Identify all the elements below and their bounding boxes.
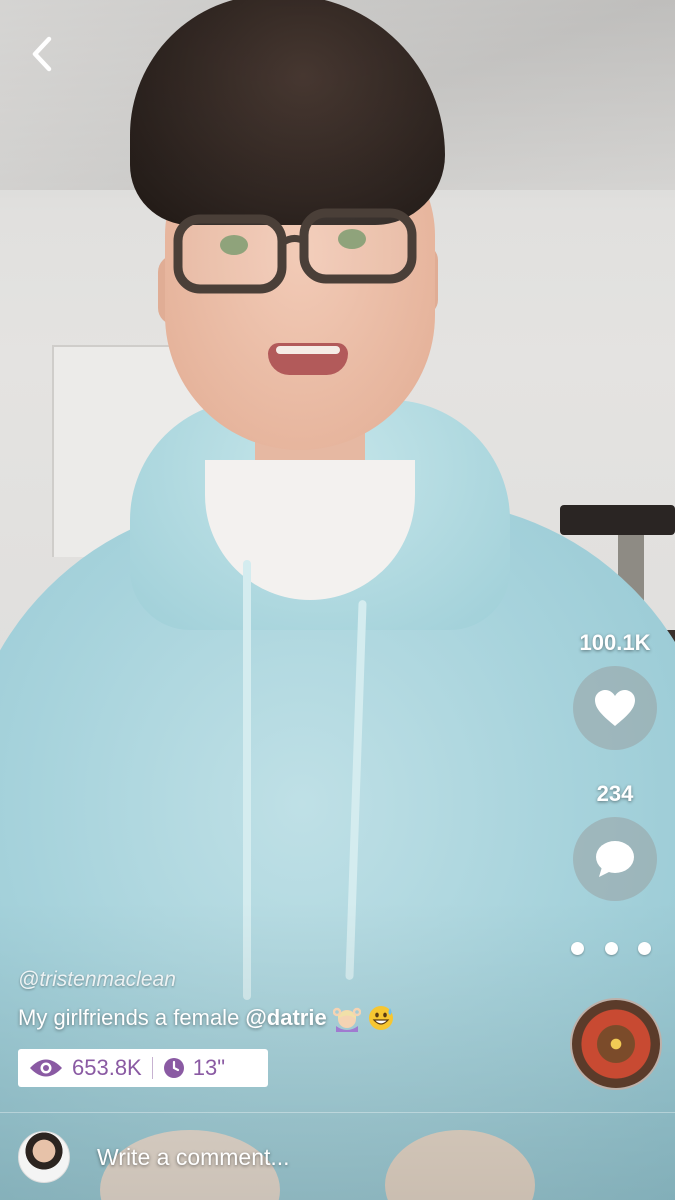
video-screen[interactable]: 100.1K 234 @tristenmaclean My girlfriend… (0, 0, 675, 1200)
chevron-left-icon (32, 36, 52, 72)
duration-value: 13" (192, 1055, 226, 1080)
speech-bubble-icon (596, 841, 634, 877)
likes-count: 100.1K (579, 630, 651, 655)
caption-block: @tristenmaclean My girlfriends a female … (18, 968, 538, 1032)
comment-group: 234 (555, 781, 675, 901)
author-handle[interactable]: @tristenmaclean (18, 968, 176, 992)
heart-icon (595, 690, 635, 726)
dot (604, 941, 618, 955)
avatar[interactable] (18, 1131, 70, 1183)
back-button[interactable] (20, 30, 64, 78)
views-stat: 653.8K (18, 1055, 152, 1081)
caption-text-line: My girlfriends a female @datrie (18, 1004, 538, 1032)
eye-icon (30, 1059, 62, 1077)
like-button[interactable] (573, 666, 657, 750)
caption-mention[interactable]: @datrie (245, 1005, 326, 1031)
dot (638, 941, 651, 955)
grinning-face-with-sweat-icon (367, 1004, 395, 1032)
sound-disc[interactable] (570, 998, 662, 1090)
more-dots-icon[interactable] (571, 938, 651, 958)
dot (571, 941, 584, 955)
woman-gesturing-ok-emoji-icon (332, 1004, 361, 1032)
video-stats: 653.8K 13" (18, 1049, 268, 1087)
comment-input[interactable]: Write a comment... (97, 1144, 290, 1171)
comments-count: 234 (596, 781, 634, 806)
views-count: 653.8K (72, 1055, 142, 1080)
clock-icon (163, 1058, 184, 1078)
like-group: 100.1K (555, 630, 675, 750)
comment-bar: Write a comment... (0, 1112, 675, 1200)
duration-stat: 13" (153, 1055, 235, 1081)
caption-text: My girlfriends a female (18, 1005, 240, 1030)
comment-button[interactable] (573, 817, 657, 901)
